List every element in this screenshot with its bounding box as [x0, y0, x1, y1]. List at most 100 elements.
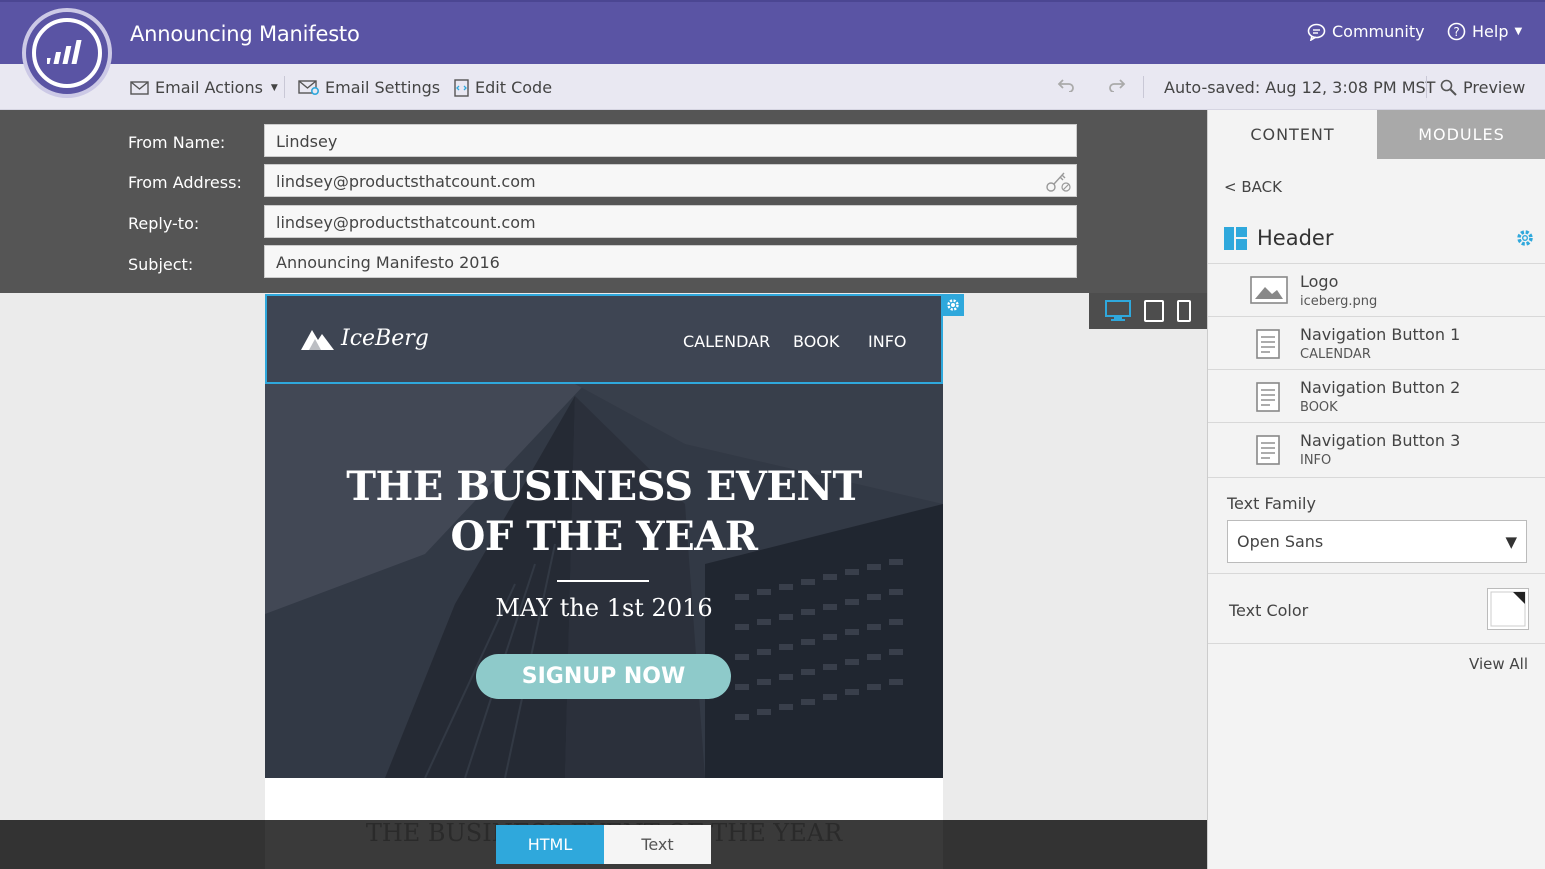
nav-book[interactable]: BOOK: [793, 332, 839, 351]
hero-section[interactable]: THE BUSINESS EVENT OF THE YEAR MAY the 1…: [265, 384, 943, 778]
text-color-row: Text Color: [1208, 573, 1545, 644]
module-row-nav-2[interactable]: Navigation Button 2 BOOK: [1208, 369, 1545, 422]
module-row-logo[interactable]: Logo iceberg.png: [1208, 263, 1545, 316]
email-actions-label: Email Actions: [155, 78, 263, 97]
image-icon: [1250, 276, 1288, 304]
undo-button[interactable]: [1057, 78, 1075, 92]
layout-icon: [1224, 226, 1247, 250]
toolbar: Email Actions ▼ Email Settings Edit Code…: [0, 64, 1545, 110]
text-color-label: Text Color: [1229, 601, 1309, 620]
community-label: Community: [1332, 22, 1425, 41]
email-settings-button[interactable]: Email Settings: [298, 78, 440, 97]
from-address-label: From Address:: [128, 173, 242, 192]
from-address-field[interactable]: lindsey@productsthatcount.com: [264, 164, 1077, 197]
help-menu[interactable]: ? Help ▼: [1447, 22, 1522, 41]
from-address-value: lindsey@productsthatcount.com: [276, 172, 536, 191]
tab-text[interactable]: Text: [604, 825, 711, 864]
document-icon: [1256, 382, 1280, 412]
token-key-icon[interactable]: [1046, 170, 1072, 192]
module-row-nav-3[interactable]: Navigation Button 3 INFO: [1208, 422, 1545, 478]
email-body-section[interactable]: [265, 778, 943, 820]
gear-icon[interactable]: [1515, 228, 1535, 248]
gear-icon: [947, 299, 959, 311]
module-subtitle: CALENDAR: [1300, 347, 1371, 362]
magnifier-icon: [1440, 79, 1457, 96]
hero-title: THE BUSINESS EVENT OF THE YEAR: [265, 462, 943, 562]
chevron-down-icon: ▼: [1514, 26, 1523, 37]
chat-icon: [1307, 23, 1326, 41]
toolbar-divider: [1143, 76, 1144, 98]
hero-title-line: THE BUSINESS EVENT: [346, 463, 862, 510]
edit-code-button[interactable]: Edit Code: [454, 78, 552, 97]
properties-sidebar: CONTENT MODULES < BACK Header Logo icebe…: [1207, 110, 1545, 869]
text-color-swatch[interactable]: [1487, 588, 1529, 630]
back-link[interactable]: < BACK: [1224, 178, 1282, 196]
module-title: Navigation Button 2: [1300, 378, 1461, 397]
document-icon: [1256, 329, 1280, 359]
module-subtitle: INFO: [1300, 453, 1332, 468]
help-icon: ?: [1447, 22, 1466, 41]
phone-icon[interactable]: [1176, 300, 1191, 322]
bottom-bar: THE BUSINESS EVENT OF THE YEAR HTML Text: [0, 820, 1207, 869]
page-title: Announcing Manifesto: [130, 22, 360, 46]
email-header-module[interactable]: IceBerg CALENDAR BOOK INFO: [265, 294, 943, 384]
document-icon: [1256, 435, 1280, 465]
tab-modules[interactable]: MODULES: [1377, 110, 1545, 159]
email-actions-menu[interactable]: Email Actions ▼: [130, 78, 278, 97]
email-canvas: IceBerg CALENDAR BOOK INFO THE BUSINESS …: [0, 293, 1207, 820]
reply-to-label: Reply-to:: [128, 214, 200, 233]
view-all-link[interactable]: View All: [1469, 655, 1528, 673]
nav-info[interactable]: INFO: [868, 332, 906, 351]
autosave-status: Auto-saved: Aug 12, 3:08 PM MST: [1164, 78, 1436, 97]
text-family-label: Text Family: [1227, 494, 1316, 513]
module-title: Logo: [1300, 272, 1339, 291]
hero-title-line: OF THE YEAR: [450, 513, 758, 560]
hero-divider: [557, 580, 649, 582]
text-family-value: Open Sans: [1237, 532, 1324, 551]
color-picker-corner-icon: [1490, 591, 1526, 627]
desktop-icon[interactable]: [1105, 300, 1132, 322]
subject-label: Subject:: [128, 255, 194, 274]
preview-label: Preview: [1463, 78, 1526, 97]
device-preview-toggle: [1089, 293, 1207, 329]
edit-code-label: Edit Code: [475, 78, 553, 97]
community-link[interactable]: Community: [1307, 22, 1425, 41]
toolbar-divider: [1426, 76, 1427, 98]
tab-content[interactable]: CONTENT: [1208, 110, 1377, 159]
from-name-field[interactable]: Lindsey: [264, 124, 1077, 157]
brand-name: IceBerg: [341, 326, 429, 351]
nav-calendar[interactable]: CALENDAR: [683, 332, 770, 351]
preview-button[interactable]: Preview: [1440, 78, 1525, 97]
marketo-logo[interactable]: [22, 8, 112, 98]
envelope-gear-icon: [298, 80, 319, 95]
hero-date: MAY the 1st 2016: [495, 594, 713, 622]
svg-text:?: ?: [1453, 25, 1459, 39]
module-title: Navigation Button 3: [1300, 431, 1461, 450]
subject-field[interactable]: Announcing Manifesto 2016: [264, 245, 1077, 278]
code-file-icon: [454, 78, 469, 97]
sidebar-tabs: CONTENT MODULES: [1208, 110, 1545, 159]
tablet-icon[interactable]: [1143, 300, 1164, 322]
logo-ring: [32, 18, 102, 88]
section-header: Header: [1224, 226, 1333, 250]
module-row-nav-1[interactable]: Navigation Button 1 CALENDAR: [1208, 316, 1545, 369]
chevron-down-icon: ▼: [270, 82, 278, 93]
iceberg-logo[interactable]: IceBerg: [301, 326, 429, 351]
section-title: Header: [1257, 226, 1334, 250]
mountain-icon: [301, 329, 334, 350]
text-family-select[interactable]: Open Sans ▼: [1227, 520, 1527, 563]
module-subtitle: BOOK: [1300, 400, 1338, 415]
toolbar-divider: [284, 76, 285, 98]
module-settings-gear-icon[interactable]: [942, 294, 964, 316]
bar-chart-logo-icon: [47, 40, 82, 64]
dropdown-arrow-icon: ▼: [1505, 533, 1517, 551]
tab-html[interactable]: HTML: [496, 825, 604, 864]
redo-button[interactable]: [1108, 78, 1126, 92]
reply-to-field[interactable]: lindsey@productsthatcount.com: [264, 205, 1077, 238]
undo-icon: [1057, 79, 1074, 92]
app-window: Announcing Manifesto Community ? Help ▼ …: [0, 0, 1545, 869]
signup-now-button[interactable]: SIGNUP NOW: [476, 654, 731, 699]
envelope-icon: [130, 80, 149, 95]
email-header-fields: From Name: Lindsey From Address: lindsey…: [0, 110, 1207, 293]
help-label: Help: [1472, 22, 1509, 41]
